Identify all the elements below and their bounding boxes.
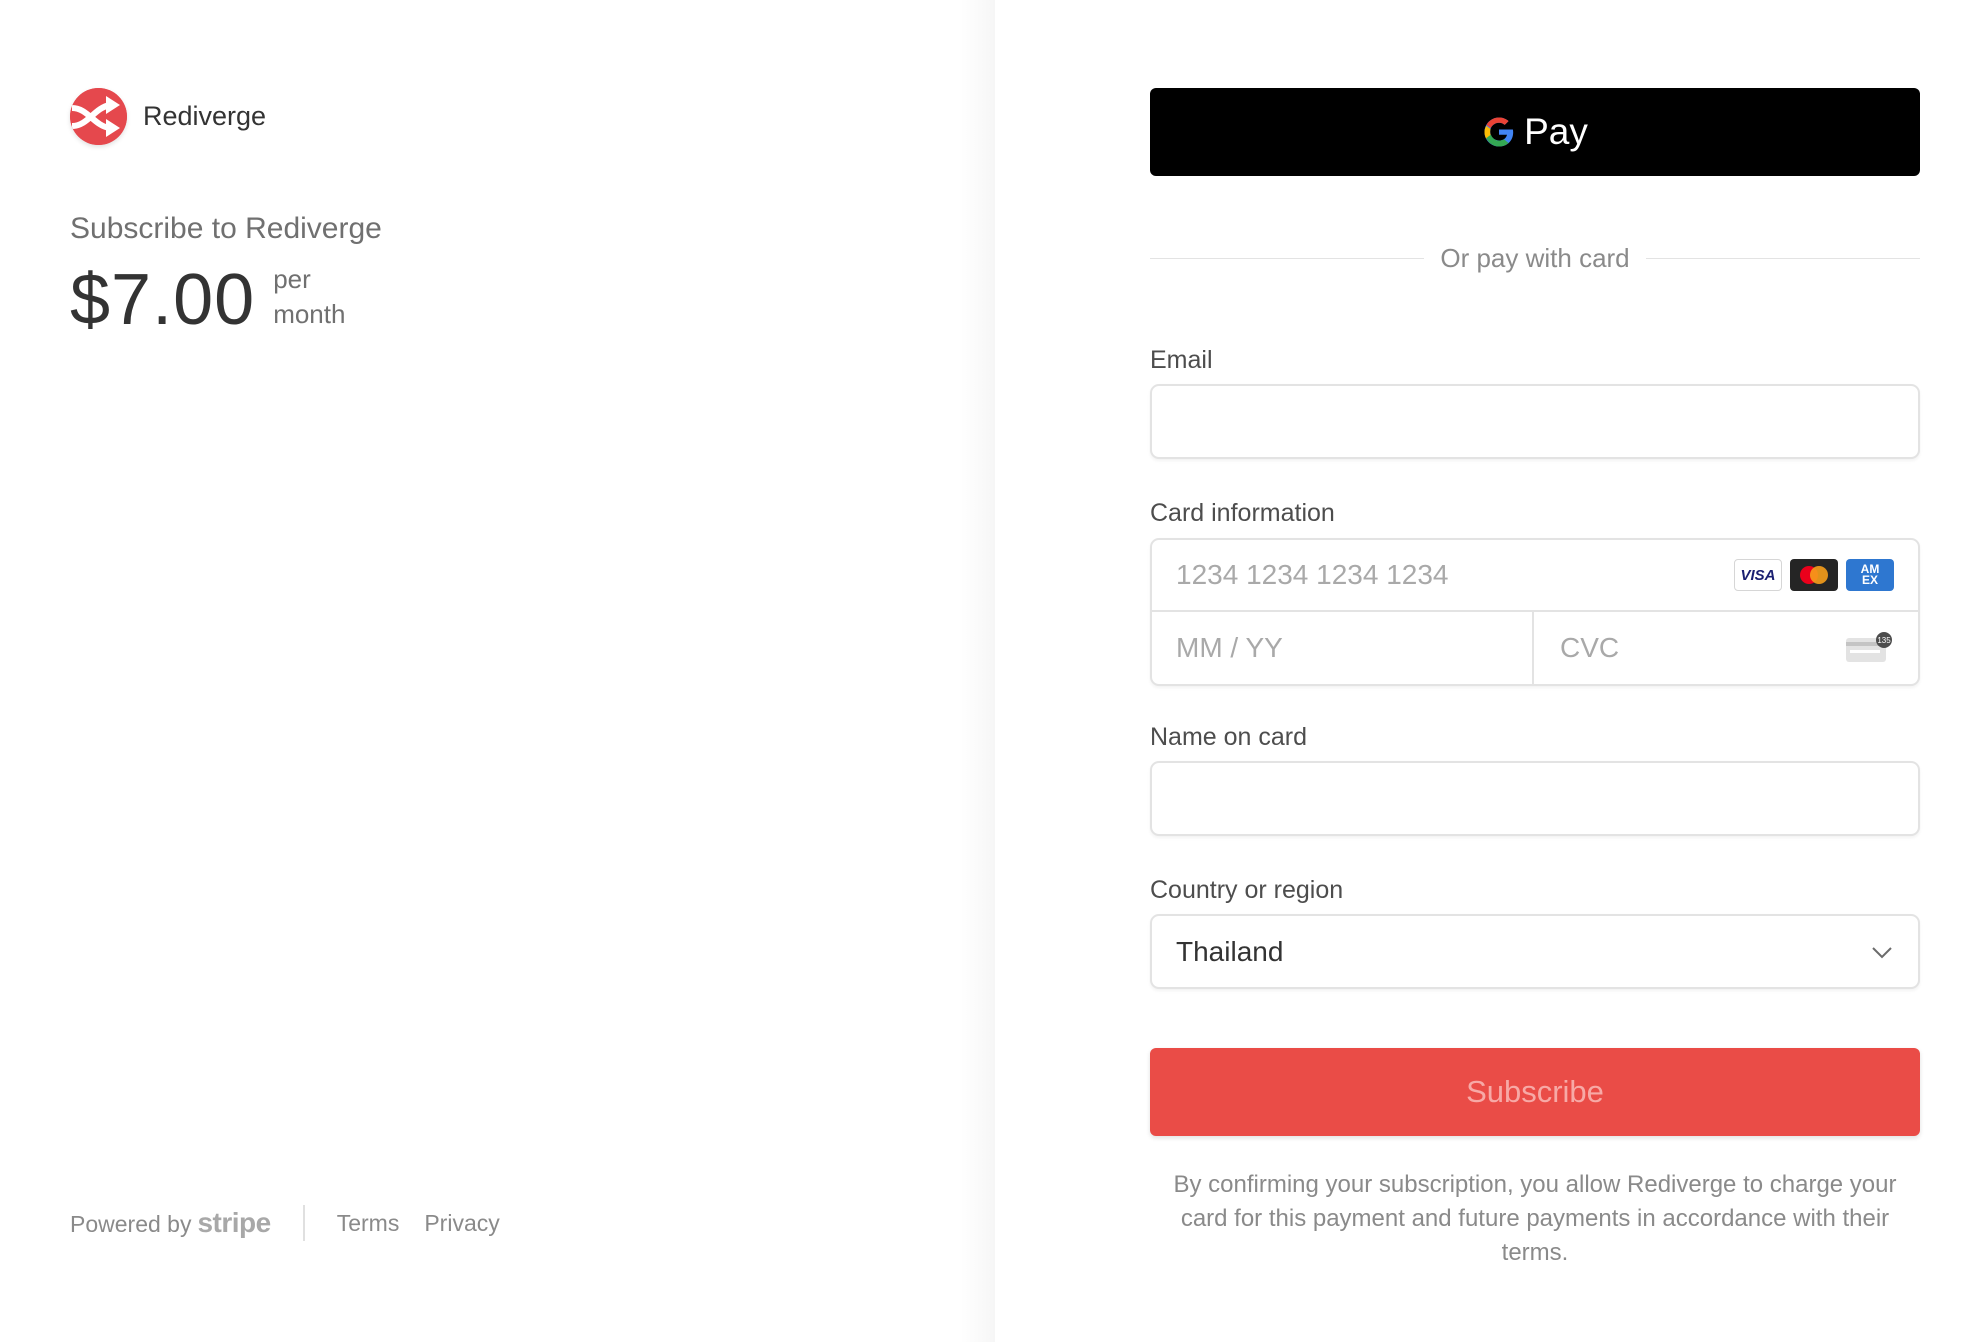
subscribe-button[interactable]: Subscribe xyxy=(1150,1048,1920,1136)
name-on-card-field[interactable] xyxy=(1176,782,1894,815)
country-select[interactable]: Thailand xyxy=(1150,914,1920,989)
card-expiry-field[interactable]: MM / YY xyxy=(1152,612,1534,684)
period-line-1: per xyxy=(273,264,311,294)
footer-divider xyxy=(302,1205,305,1241)
privacy-link[interactable]: Privacy xyxy=(424,1210,499,1237)
email-field-wrapper xyxy=(1150,384,1920,459)
email-label: Email xyxy=(1150,346,1213,374)
legal-disclaimer: By confirming your subscription, you all… xyxy=(1173,1171,1897,1266)
merchant-brand[interactable]: Rediverge xyxy=(70,88,266,145)
terms-link[interactable]: Terms xyxy=(337,1210,400,1237)
country-selected-value: Thailand xyxy=(1176,935,1284,967)
order-summary-panel: Rediverge Subscribe to Rediverge $7.00 p… xyxy=(0,0,995,1342)
visa-icon: VISA xyxy=(1734,559,1782,591)
pay-with-card-divider: Or pay with card xyxy=(1150,243,1921,274)
name-on-card-label: Name on card xyxy=(1150,723,1308,751)
cvc-hint: 135 xyxy=(1877,636,1891,645)
cvc-placeholder: CVC xyxy=(1560,632,1620,663)
divider-line-right xyxy=(1645,258,1921,259)
payment-panel: Pay Or pay with card Email Card informat… xyxy=(995,0,1986,1342)
card-information-label: Card information xyxy=(1150,499,1335,527)
divider-text: Or pay with card xyxy=(1440,243,1630,273)
email-field[interactable] xyxy=(1176,405,1894,438)
divider-line-left xyxy=(1150,258,1425,259)
powered-by-text: Powered by xyxy=(70,1211,192,1237)
google-g-icon xyxy=(1484,117,1514,147)
card-number-field[interactable]: 1234 1234 1234 1234 VISA AM EX xyxy=(1152,540,1918,612)
card-brands: VISA AM EX xyxy=(1734,559,1894,591)
period-line-2: month xyxy=(273,299,346,329)
billing-period: per month xyxy=(273,262,345,332)
mastercard-icon xyxy=(1790,559,1838,591)
cvc-card-icon: 135 xyxy=(1846,632,1892,662)
google-pay-label: Pay xyxy=(1524,111,1588,152)
subscribe-label: Subscribe xyxy=(1466,1074,1604,1109)
panel-divider-shadow xyxy=(960,0,995,1342)
card-cvc-field[interactable]: CVC 135 xyxy=(1536,612,1918,684)
card-information-group: 1234 1234 1234 1234 VISA AM EX MM / YY CV… xyxy=(1150,538,1920,686)
price-row: $7.00 per month xyxy=(70,260,345,340)
google-pay-button[interactable]: Pay xyxy=(1150,88,1920,176)
expiry-placeholder: MM / YY xyxy=(1176,632,1283,663)
chevron-down-icon xyxy=(1872,947,1892,959)
merchant-name: Rediverge xyxy=(143,101,267,131)
footer: Powered by stripe Terms Privacy xyxy=(70,1205,525,1241)
shuffle-arrows-icon xyxy=(70,88,127,145)
amex-icon: AM EX xyxy=(1846,559,1894,591)
card-number-placeholder: 1234 1234 1234 1234 xyxy=(1176,559,1449,590)
subscription-title: Subscribe to Rediverge xyxy=(70,212,382,245)
country-label: Country or region xyxy=(1150,876,1344,904)
name-field-wrapper xyxy=(1150,761,1920,836)
powered-by-stripe-link[interactable]: Powered by stripe xyxy=(70,1207,271,1239)
price-amount: $7.00 xyxy=(70,260,256,340)
stripe-logo: stripe xyxy=(197,1207,271,1238)
